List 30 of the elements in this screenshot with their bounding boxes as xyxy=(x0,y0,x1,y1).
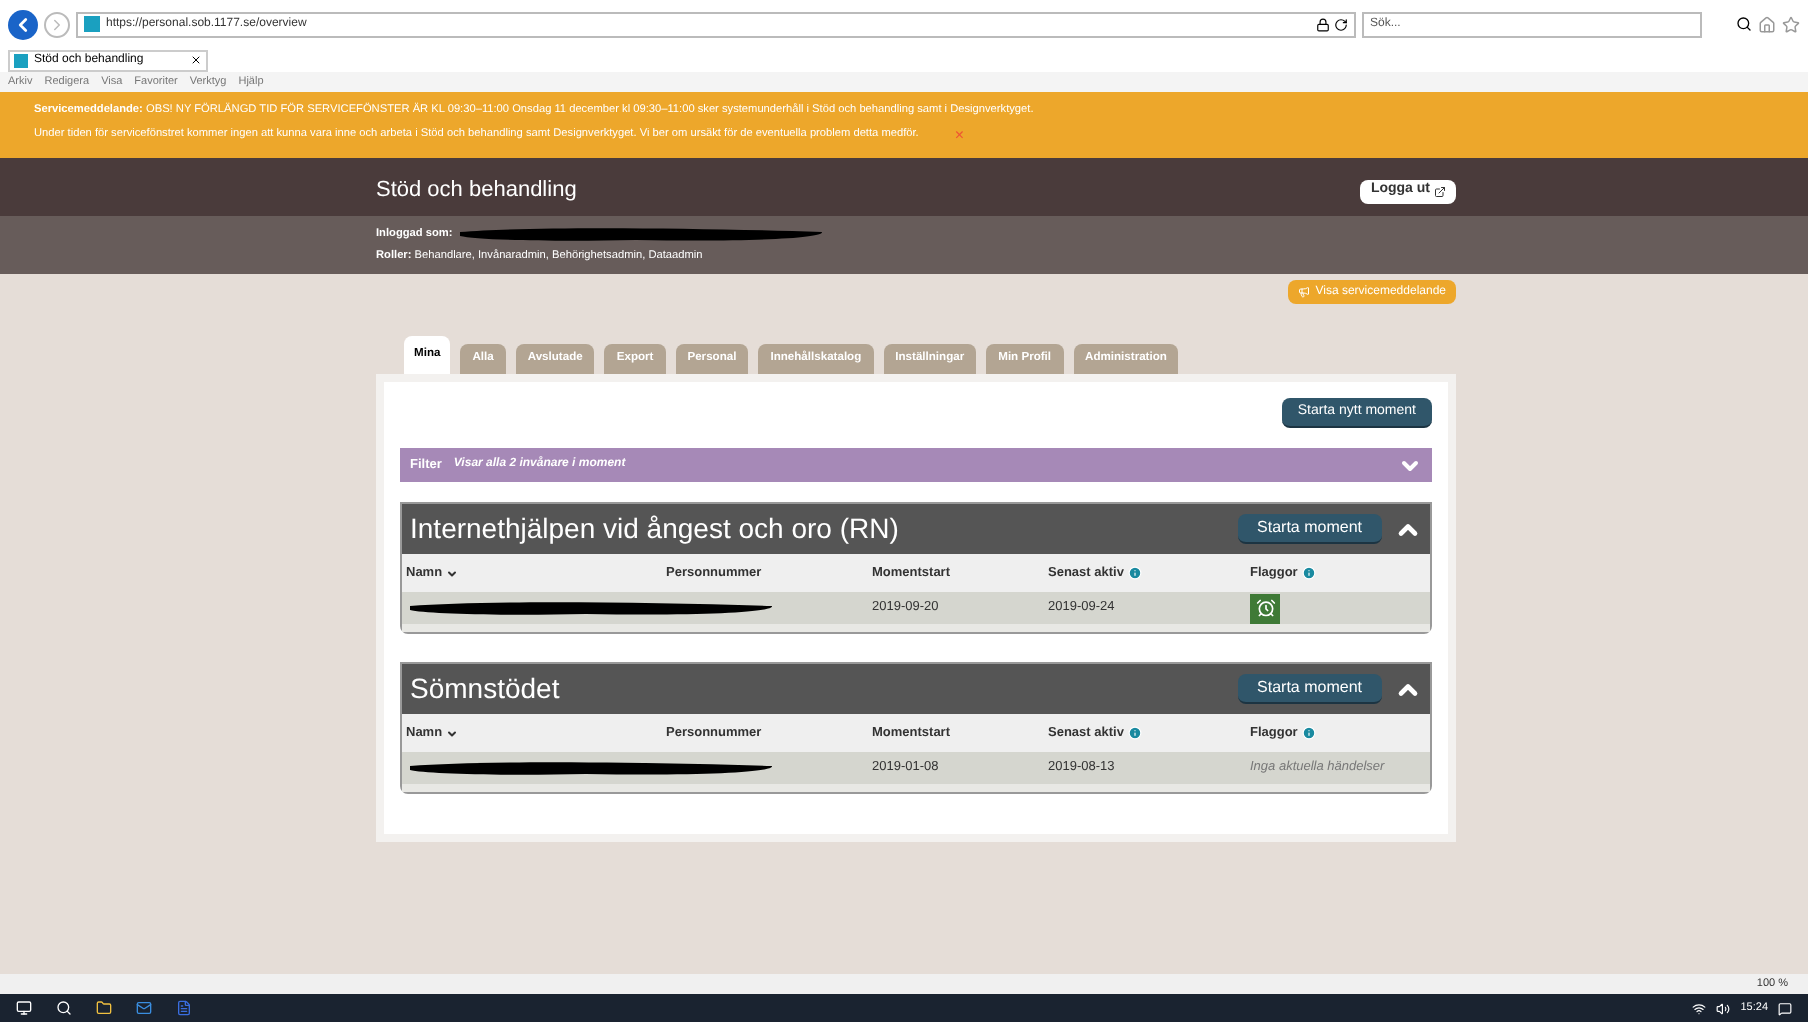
info-icon xyxy=(1127,726,1142,740)
program-title: Internethjälpen vid ångest och oro (RN) xyxy=(410,510,899,548)
document-icon[interactable] xyxy=(176,1000,192,1016)
start-icon[interactable] xyxy=(16,1000,32,1016)
back-button[interactable] xyxy=(8,9,38,39)
network-icon[interactable] xyxy=(1692,1001,1707,1015)
program-title: Sömnstödet xyxy=(410,670,560,708)
search-icon[interactable] xyxy=(1736,16,1752,32)
close-icon[interactable] xyxy=(190,54,202,66)
start-button[interactable]: Starta moment xyxy=(1237,514,1382,544)
info-icon xyxy=(1301,566,1316,580)
site-icon xyxy=(14,53,28,67)
refresh-icon[interactable] xyxy=(1334,17,1348,31)
alarm-flag-icon xyxy=(1250,593,1280,623)
start-button[interactable]: Starta moment xyxy=(1237,674,1382,704)
mail-icon[interactable] xyxy=(136,1000,152,1016)
app-title: Stöd och behandling xyxy=(376,176,577,207)
sort-icon xyxy=(446,727,459,739)
info-icon xyxy=(1301,726,1316,740)
sort-icon xyxy=(446,567,459,579)
site-icon xyxy=(84,16,100,32)
home-icon[interactable] xyxy=(1758,15,1776,33)
favorites-icon[interactable] xyxy=(1782,15,1800,33)
external-link-icon xyxy=(1434,185,1446,197)
megaphone-icon xyxy=(1297,286,1310,298)
notifications-icon[interactable] xyxy=(1778,1001,1792,1015)
info-icon xyxy=(1127,566,1142,580)
lock-icon xyxy=(1316,17,1330,31)
folder-icon[interactable] xyxy=(96,1000,112,1016)
volume-icon[interactable] xyxy=(1716,1001,1731,1015)
